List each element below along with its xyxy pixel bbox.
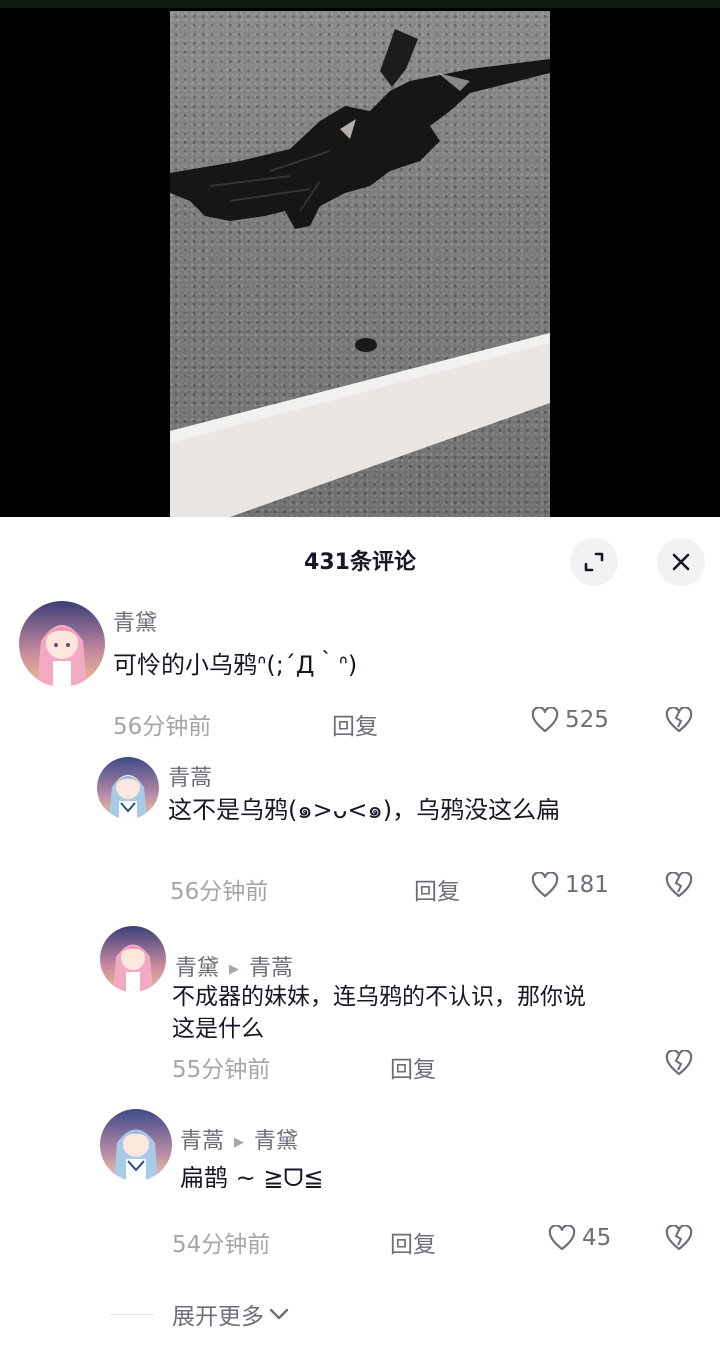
heart-outline-icon [531,872,559,898]
comment-time: 55分钟前 [172,1057,271,1083]
broken-heart-icon [665,706,693,733]
avatar[interactable] [100,926,166,992]
broken-heart-icon [665,1049,693,1076]
like-button[interactable]: 45 [548,1225,611,1251]
comment-text: 这不是乌鸦(๑>ᴗ<๑)，乌鸦没这么扁 [168,796,561,824]
heart-outline-icon [548,1225,576,1251]
video-player[interactable] [0,0,720,517]
reply-header: 青黛 ▶ 青蒿 [175,950,293,982]
chevron-down-icon [269,1308,289,1320]
broken-heart-icon [665,1224,693,1251]
reply-target[interactable]: 青蒿 [249,956,293,981]
reply-header: 青蒿 ▶ 青黛 [180,1123,298,1155]
expand-corner-icon [584,552,604,572]
comment-author[interactable]: 青蒿 [168,760,212,792]
reply-button[interactable]: 回复 [414,872,460,906]
dislike-button[interactable] [665,706,693,737]
comment-author[interactable]: 青黛 [113,605,157,637]
comment-text: 不成器的妹妹，连乌鸦的不认识，那你说 [172,984,586,1010]
broken-heart-icon [665,871,693,898]
status-strip [0,0,720,8]
avatar[interactable] [97,757,159,819]
expand-button[interactable] [570,538,618,586]
reply-button[interactable]: 回复 [390,1050,436,1084]
video-frame [170,11,550,517]
expand-more-label: 展开更多 [172,1304,264,1330]
comment-time: 54分钟前 [172,1232,271,1258]
avatar[interactable] [19,601,105,687]
triangle-right-icon: ▶ [234,1134,245,1150]
comment-text: 扁鹊 ~ ≧ᗜ≦ [180,1164,324,1192]
dislike-button[interactable] [665,1224,693,1255]
like-count: 525 [565,707,609,733]
dislike-button[interactable] [665,871,693,902]
like-button[interactable]: 525 [531,707,609,733]
comment-text: 可怜的小乌鸦ᐢ(;´Д｀ᐢ) [113,651,358,679]
reply-button[interactable]: 回复 [332,707,378,741]
like-button[interactable]: 181 [531,872,609,898]
comment-time: 56分钟前 [170,879,269,905]
like-count: 45 [582,1225,612,1251]
expand-more-replies[interactable]: 展开更多 [110,1297,290,1331]
avatar[interactable] [100,1109,172,1181]
divider [110,1313,154,1315]
reply-button[interactable]: 回复 [390,1225,436,1259]
comment-time: 56分钟前 [113,714,212,740]
like-count: 181 [565,872,609,898]
triangle-right-icon: ▶ [229,961,240,977]
comment-author[interactable]: 青蒿 [180,1129,224,1154]
comments-sheet: 431条评论 青黛 可怜的小乌鸦ᐢ(;´Д｀ᐢ) 56分钟前 回复 525 青蒿… [0,517,720,1352]
close-button[interactable] [657,538,705,586]
reply-target[interactable]: 青黛 [254,1129,298,1154]
close-icon [672,553,690,571]
comment-author[interactable]: 青黛 [175,956,219,981]
dislike-button[interactable] [665,1049,693,1080]
heart-outline-icon [531,707,559,733]
comment-text-line2: 这是什么 [172,1016,264,1042]
video-content-illustration [170,29,550,517]
